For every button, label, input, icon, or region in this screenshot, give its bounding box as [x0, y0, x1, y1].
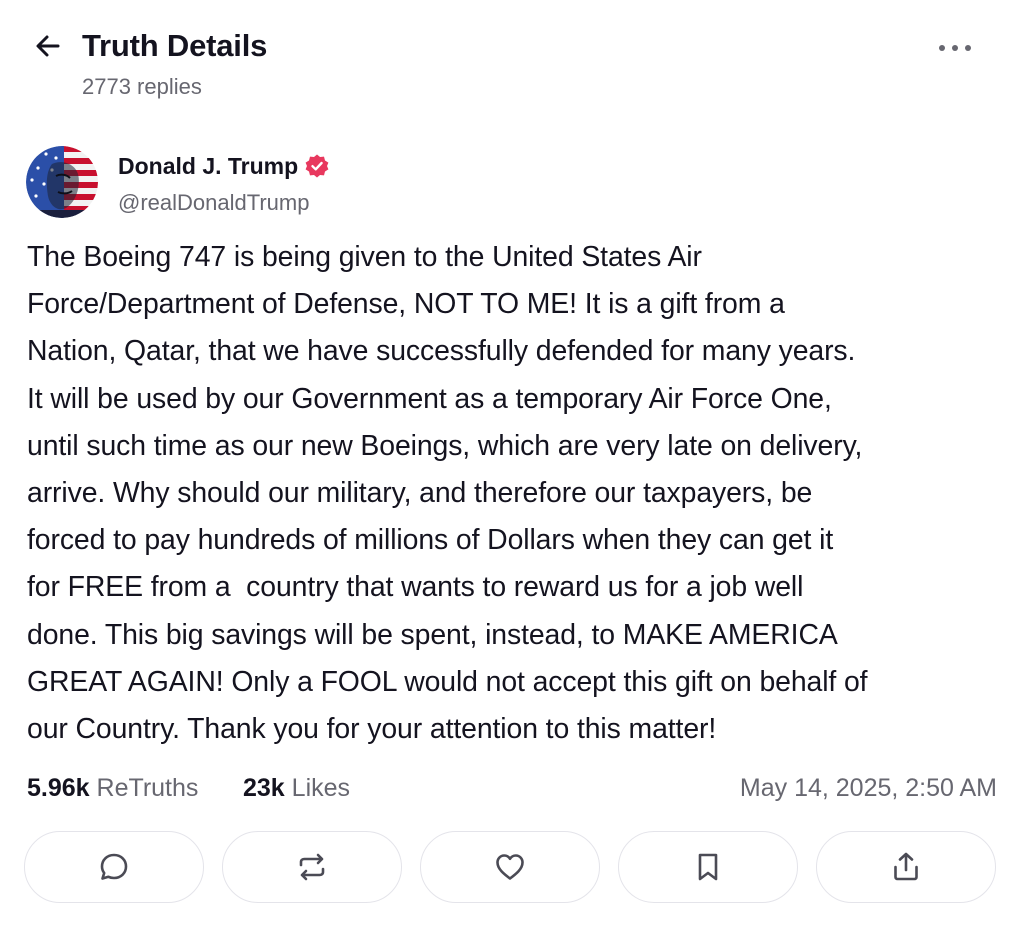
post-text: The Boeing 747 is being given to the Uni…	[27, 241, 868, 746]
author-name-link[interactable]: Donald J. Trump	[118, 150, 330, 182]
reply-button[interactable]	[24, 831, 204, 903]
retruths-count: 5.96k	[27, 774, 90, 802]
author-name: Donald J. Trump	[118, 153, 299, 179]
page-title: Truth Details	[82, 28, 268, 63]
likes-stat[interactable]: 23k Likes	[243, 768, 350, 808]
author-handle[interactable]: @realDonaldTrump	[118, 188, 309, 218]
share-icon	[894, 852, 918, 881]
post-timestamp: May 14, 2025, 2:50 AM	[739, 774, 997, 802]
header: Truth Details 2773 replies	[0, 0, 1024, 120]
likes-label: Likes	[291, 774, 351, 802]
actions-row	[24, 831, 1000, 905]
retruth-button[interactable]	[222, 831, 402, 903]
avatar-american-flag-portrait	[26, 146, 98, 218]
arrow-left-icon	[36, 35, 60, 57]
verified-badge-icon	[304, 153, 330, 179]
retruths-label: ReTruths	[96, 774, 199, 802]
heart-icon	[496, 854, 524, 880]
more-horizontal-icon	[939, 45, 971, 51]
bookmark-icon	[698, 853, 718, 881]
like-button[interactable]	[420, 831, 600, 903]
share-button[interactable]	[816, 831, 996, 903]
repost-icon	[299, 853, 325, 881]
stats-row: 5.96k ReTruths 23k Likes May 14, 2025, 2…	[27, 768, 997, 808]
replies-count: 2773 replies	[82, 74, 202, 99]
author-row: Donald J. Trump @realDonaldTrump	[26, 146, 726, 222]
more-options-button[interactable]	[930, 30, 980, 66]
comment-icon	[100, 853, 128, 880]
retruths-stat[interactable]: 5.96k ReTruths	[27, 768, 198, 808]
back-button[interactable]	[28, 26, 68, 66]
likes-count: 23k	[243, 774, 285, 802]
avatar[interactable]	[26, 146, 98, 218]
bookmark-button[interactable]	[618, 831, 798, 903]
